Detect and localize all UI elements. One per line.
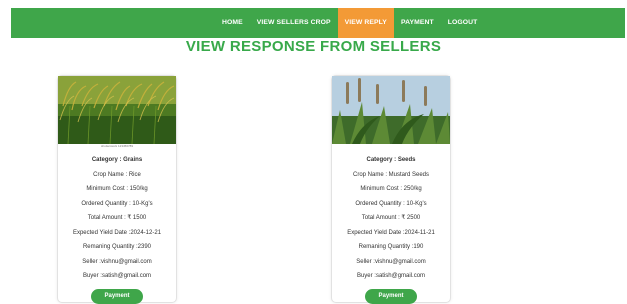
minimum-cost: Minimum Cost : 250/kg <box>360 186 422 192</box>
total-amount: Total Amount : ₹ 1500 <box>87 215 147 221</box>
buyer-email: Buyer :satish@gmail.com <box>82 273 152 279</box>
crop-name: Crop Name : Rice <box>93 171 141 178</box>
payment-button[interactable]: Payment <box>365 288 417 304</box>
rice-field-image <box>58 76 176 144</box>
card-body: Category : Seeds Crop Name : Mustard See… <box>332 153 450 304</box>
buyer-email: Buyer :satish@gmail.com <box>356 273 426 279</box>
ordered-quantity: Ordered Quantity : 10-Kg's <box>355 200 427 207</box>
crop-card: shutterstock 123456789 Category : Grains… <box>57 75 177 304</box>
remaining-quantity: Remaning Quantity :190 <box>358 244 424 250</box>
nav-view-reply[interactable]: VIEW REPLY <box>337 8 394 38</box>
nav-payment[interactable]: PAYMENT <box>394 8 441 38</box>
category-label: Category : Grains <box>91 157 143 163</box>
nav-logout[interactable]: LOGOUT <box>441 8 485 38</box>
card-body: Category : Grains Crop Name : Rice Minim… <box>58 153 176 304</box>
crop-name: Crop Name : Mustard Seeds <box>352 171 430 178</box>
remaining-quantity: Remaning Quantity :2390 <box>82 244 152 250</box>
image-caption <box>332 144 450 149</box>
minimum-cost: Minimum Cost : 150/kg <box>86 186 148 192</box>
page-title: VIEW RESPONSE FROM SELLERS <box>185 38 442 55</box>
seller-email: Seller :vishnu@gmail.com <box>356 258 426 265</box>
total-amount: Total Amount : ₹ 2500 <box>361 215 421 221</box>
ordered-quantity: Ordered Quantity : 10-Kg's <box>81 200 153 207</box>
millet-plant-image <box>332 76 450 144</box>
category-label: Category : Seeds <box>366 157 416 163</box>
image-caption: shutterstock 123456789 <box>100 144 134 148</box>
crop-card: Category : Seeds Crop Name : Mustard See… <box>331 75 451 304</box>
expected-yield-date: Expected Yield Date :2024-11-21 <box>347 229 435 236</box>
nav-view-sellers-crop[interactable]: VIEW SELLERS CROP <box>250 8 338 38</box>
nav-home[interactable]: HOME <box>215 8 250 38</box>
seller-email: Seller :vishnu@gmail.com <box>82 258 152 265</box>
navbar: HOME VIEW SELLERS CROP VIEW REPLY PAYMEN… <box>11 8 625 38</box>
payment-button[interactable]: Payment <box>91 288 143 304</box>
nav-menu: HOME VIEW SELLERS CROP VIEW REPLY PAYMEN… <box>215 8 484 38</box>
expected-yield-date: Expected Yield Date :2024-12-21 <box>72 229 162 236</box>
